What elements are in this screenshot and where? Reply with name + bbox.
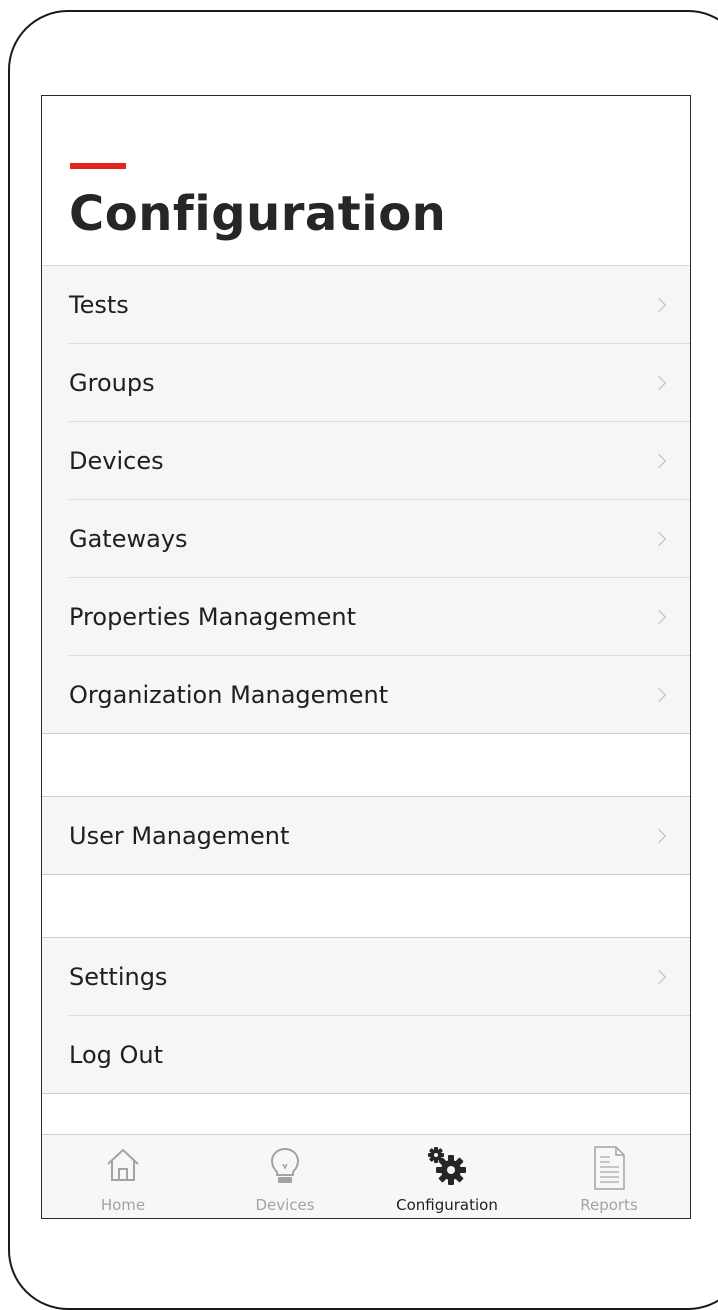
menu-item-gateways[interactable]: Gateways [42,500,690,578]
tab-reports[interactable]: Reports [528,1135,690,1218]
chevron-right-icon [651,297,667,313]
menu-item-groups[interactable]: Groups [42,344,690,422]
document-icon [594,1146,625,1190]
section-spacer [42,734,690,796]
page-header: Configuration [42,96,690,266]
tab-devices[interactable]: Devices [204,1135,366,1218]
section-spacer [42,875,690,937]
gears-icon [428,1147,466,1185]
page-title: Configuration [69,186,447,242]
chevron-right-icon [651,531,667,547]
lightbulb-icon [271,1148,299,1183]
menu-item-label: Tests [69,291,129,319]
menu-item-label: Organization Management [69,681,389,709]
section-spacer [42,1094,690,1136]
menu-item-label: Gateways [69,525,188,553]
home-icon [107,1149,139,1181]
tab-label: Home [100,1196,146,1214]
chevron-right-icon [651,828,667,844]
chevron-right-icon [651,687,667,703]
chevron-right-icon [651,969,667,985]
menu-item-label: User Management [69,822,290,850]
menu-item-devices[interactable]: Devices [42,422,690,500]
tab-configuration[interactable]: Configuration [366,1135,528,1218]
menu-item-label: Properties Management [69,603,357,631]
accent-bar [70,163,126,169]
menu-item-label: Groups [69,369,155,397]
bottom-tab-bar: Home Devices Configuration Reports [42,1134,690,1218]
menu-item-tests[interactable]: Tests [42,266,690,344]
app-screen: Configuration Tests Groups Devices Gatew… [41,95,691,1219]
tab-label: Reports [580,1196,638,1214]
tab-home[interactable]: Home [42,1135,204,1218]
menu-item-settings[interactable]: Settings [42,938,690,1016]
tab-label: Configuration [396,1196,498,1214]
menu-item-label: Devices [69,447,164,475]
menu-item-log-out[interactable]: Log Out [42,1016,690,1094]
menu-group-main: Tests Groups Devices Gateways Properties… [42,266,690,734]
menu-group-account: Settings Log Out [42,937,690,1094]
menu-item-properties-management[interactable]: Properties Management [42,578,690,656]
menu-item-label: Settings [69,963,168,991]
chevron-right-icon [651,453,667,469]
menu-group-users: User Management [42,796,690,875]
chevron-right-icon [651,375,667,391]
tab-label: Devices [255,1196,315,1214]
menu-item-label: Log Out [69,1041,164,1069]
menu-item-user-management[interactable]: User Management [42,797,690,875]
menu-item-organization-management[interactable]: Organization Management [42,656,690,734]
chevron-right-icon [651,609,667,625]
